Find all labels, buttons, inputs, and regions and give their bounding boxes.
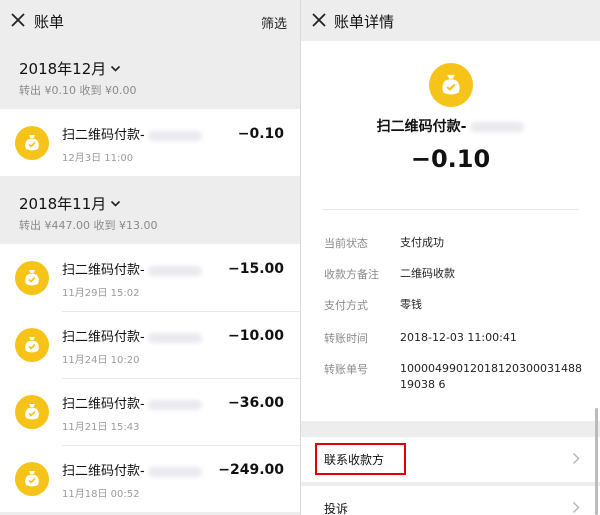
close-icon[interactable]: [309, 10, 329, 30]
detail-separator: [323, 209, 578, 210]
field-key: 收款方备注: [324, 268, 379, 281]
bill-item[interactable]: 扫二维码付款- 11月24日 10:20 −10.00: [0, 311, 300, 378]
field-key: 转账单号: [324, 363, 368, 376]
field-value: 支付成功: [400, 236, 444, 249]
month-label: 2018年11月: [19, 195, 107, 213]
money-bag-icon: [15, 126, 49, 160]
complaint-label: 投诉: [324, 502, 349, 515]
bill-item-title: 扫二维码付款-: [62, 460, 202, 479]
month-summary: 转出 ¥0.10 收到 ¥0.00: [19, 84, 137, 97]
money-bag-icon: [15, 328, 49, 362]
detail-card: 扫二维码付款- −0.10 当前状态 支付成功 收款方备注 二维码收款 支付方式…: [301, 41, 600, 421]
bill-item-amount: −0.10: [237, 126, 284, 142]
field-value: 1000049901201812030003148819038 6: [400, 362, 582, 391]
bill-item-date: 11月29日 15:02: [62, 288, 140, 299]
field-value: 2018-12-03 11:00:41: [400, 331, 517, 344]
bill-item-title: 扫二维码付款-: [62, 124, 202, 143]
close-icon[interactable]: [8, 10, 28, 30]
contact-payee-label: 联系收款方: [324, 453, 385, 467]
merchant-name-redacted: [147, 265, 202, 276]
month-summary: 转出 ¥447.00 收到 ¥13.00: [19, 219, 158, 232]
bill-item-date: 11月24日 10:20: [62, 355, 140, 366]
chevron-down-icon: [111, 65, 121, 72]
bill-detail-topbar: 账单详情: [301, 0, 600, 41]
bill-item-amount: −10.00: [227, 328, 284, 344]
merchant-name-redacted: [147, 130, 202, 141]
contact-payee-row[interactable]: 联系收款方: [301, 437, 600, 482]
money-bag-icon: [429, 63, 473, 107]
money-bag-icon: [15, 462, 49, 496]
merchant-name-redacted: [147, 399, 202, 410]
bill-item[interactable]: 扫二维码付款- 11月21日 15:43 −36.00: [0, 378, 300, 445]
bill-item-date: 11月21日 15:43: [62, 422, 140, 433]
bill-item-title: 扫二维码付款-: [62, 259, 202, 278]
filter-button[interactable]: 筛选: [261, 13, 287, 32]
chevron-down-icon: [111, 200, 121, 207]
bill-list-screen: 账单 筛选 2018年12月 转出 ¥0.10 收到 ¥0.00 扫二维码付款-…: [0, 0, 300, 515]
detail-amount: −0.10: [410, 145, 491, 173]
bill-item[interactable]: 扫二维码付款- 11月29日 15:02 −15.00: [0, 244, 300, 311]
bill-detail-screen: 账单详情 扫二维码付款- −0.10 当前状态 支付成功 收款方备注 二维码收款…: [301, 0, 600, 515]
chevron-right-icon: [572, 452, 580, 465]
scrollbar[interactable]: [595, 408, 598, 515]
money-bag-icon: [15, 395, 49, 429]
bill-item-amount: −15.00: [227, 261, 284, 277]
field-value: 零钱: [400, 298, 422, 311]
bill-item-title: 扫二维码付款-: [62, 326, 202, 345]
bill-item-title: 扫二维码付款-: [62, 393, 202, 412]
field-key: 支付方式: [324, 299, 368, 312]
money-bag-icon: [15, 261, 49, 295]
chevron-right-icon: [572, 501, 580, 514]
month-label: 2018年12月: [19, 60, 107, 78]
field-key: 转账时间: [324, 332, 368, 345]
bill-item-date: 11月18日 00:52: [62, 489, 140, 500]
bill-item-date: 12月3日 11:00: [62, 153, 134, 164]
page-title: 账单: [34, 13, 65, 31]
merchant-name-redacted: [147, 332, 202, 343]
merchant-name-redacted: [470, 122, 525, 132]
bill-item[interactable]: 扫二维码付款- 11月18日 00:52 −249.00: [0, 445, 300, 512]
bill-list-topbar: 账单 筛选: [0, 0, 300, 41]
month-header-2018-11[interactable]: 2018年11月 转出 ¥447.00 收到 ¥13.00: [0, 176, 300, 244]
bill-item-amount: −249.00: [218, 462, 284, 478]
detail-title: 扫二维码付款-: [301, 116, 600, 136]
complaint-row[interactable]: 投诉: [301, 486, 600, 515]
month-header-2018-12[interactable]: 2018年12月 转出 ¥0.10 收到 ¥0.00: [0, 41, 300, 109]
field-value: 二维码收款: [400, 267, 455, 280]
page-title: 账单详情: [334, 13, 395, 31]
merchant-name-redacted: [147, 466, 202, 477]
field-key: 当前状态: [324, 237, 368, 250]
bill-item-amount: −36.00: [227, 395, 284, 411]
bill-item[interactable]: 扫二维码付款- 12月3日 11:00 −0.10: [0, 109, 300, 176]
